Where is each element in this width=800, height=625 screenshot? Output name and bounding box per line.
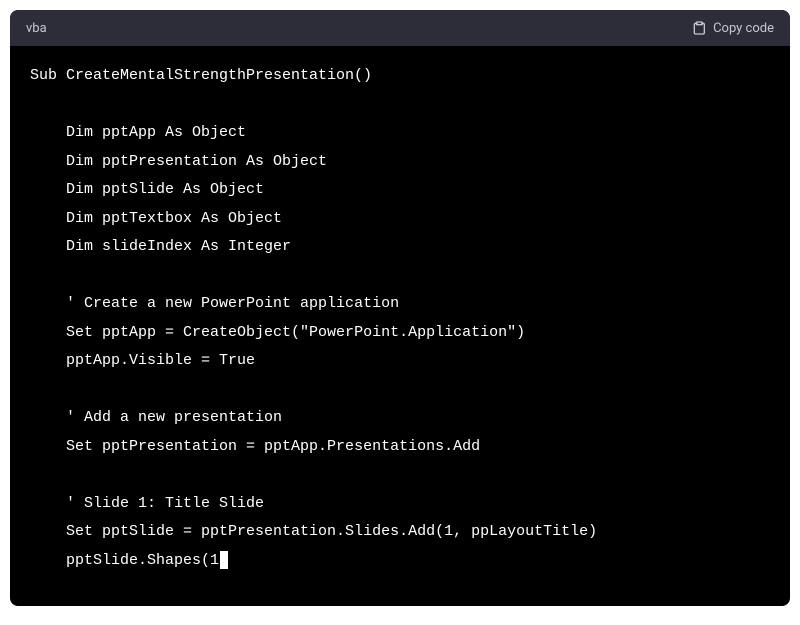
copy-code-label: Copy code bbox=[713, 21, 774, 36]
language-label: vba bbox=[26, 21, 47, 36]
code-content-area[interactable]: Sub CreateMentalStrengthPresentation() D… bbox=[10, 46, 790, 606]
clipboard-icon bbox=[691, 20, 707, 36]
code-block-container: vba Copy code Sub CreateMentalStrengthPr… bbox=[10, 10, 790, 606]
copy-code-button[interactable]: Copy code bbox=[691, 20, 774, 36]
text-cursor bbox=[220, 551, 228, 569]
code-block-header: vba Copy code bbox=[10, 10, 790, 46]
code-text: Sub CreateMentalStrengthPresentation() D… bbox=[30, 67, 597, 569]
